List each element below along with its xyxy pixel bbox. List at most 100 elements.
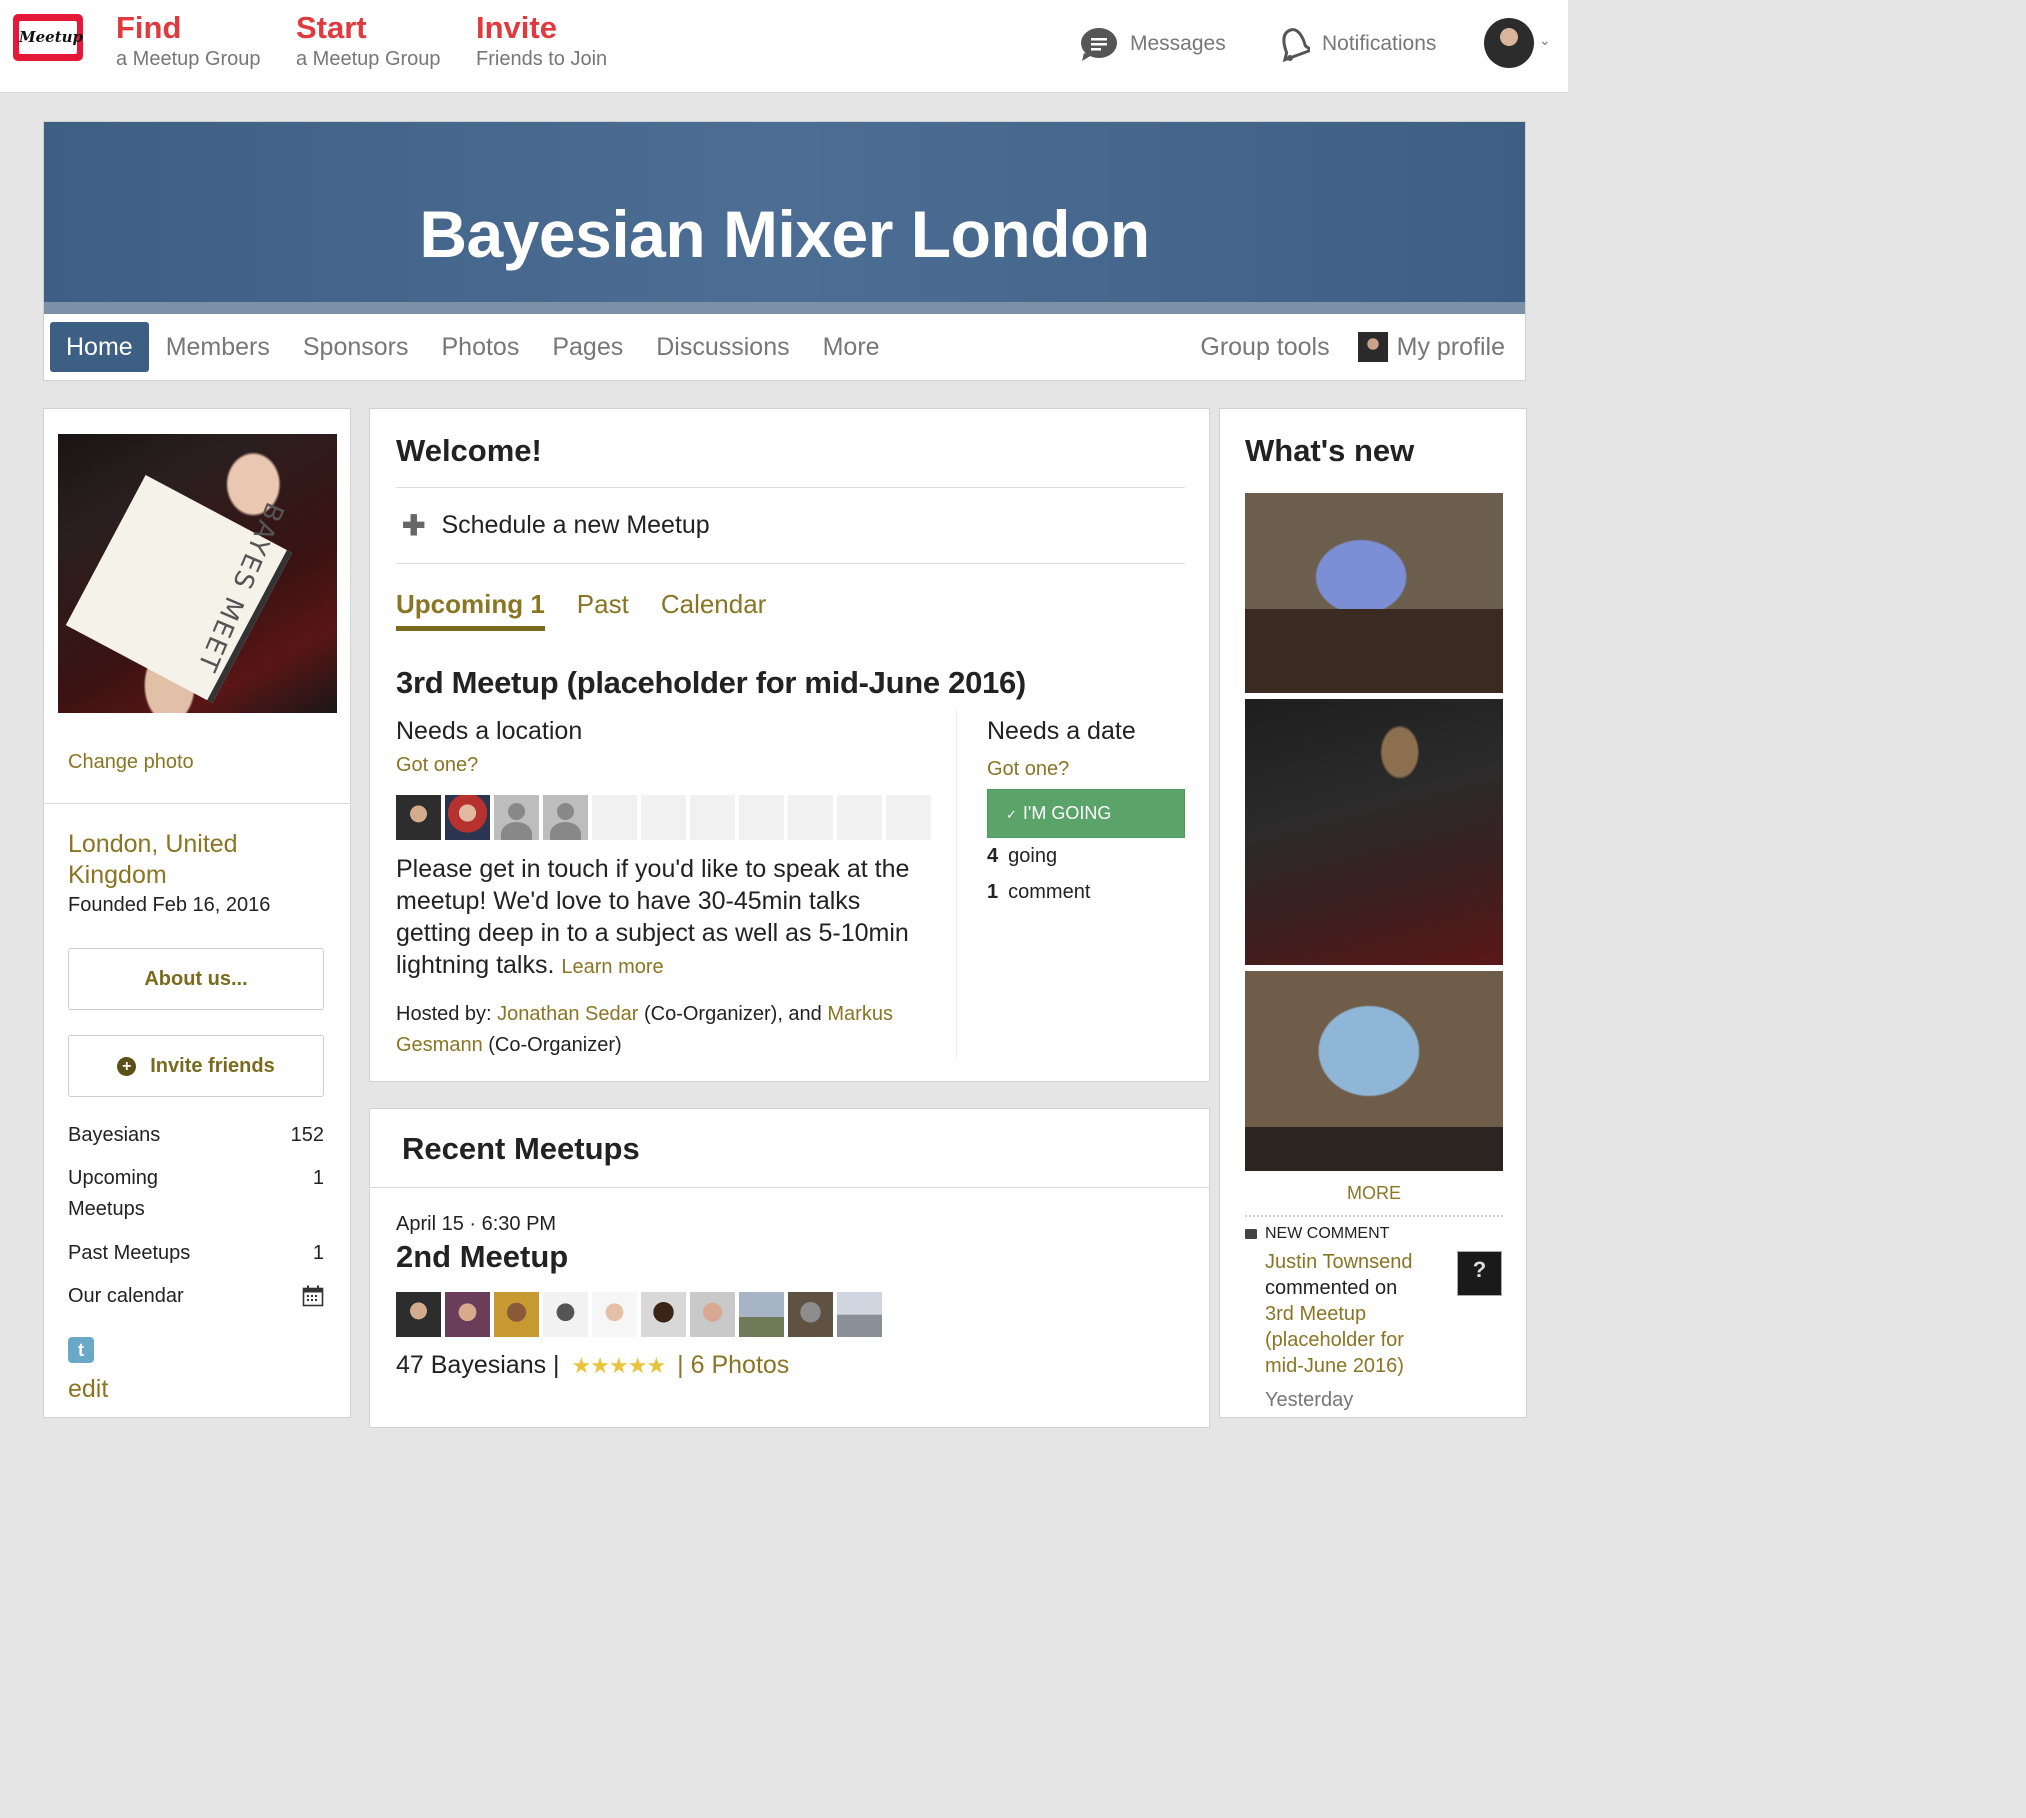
group-info-sidebar: BAYES MEET Change photo London, United K… <box>43 408 351 1418</box>
comment-activity: Justin Townsend commented on 3rd Meetup … <box>1265 1249 1445 1379</box>
im-going-button[interactable]: ✓ I'M GOING <box>987 789 1185 838</box>
group-location[interactable]: London, United Kingdom <box>68 829 328 891</box>
messages-label: Messages <box>1130 32 1226 55</box>
group-title[interactable]: Bayesian Mixer London <box>44 196 1525 272</box>
messages-link[interactable]: Messages <box>1080 26 1226 62</box>
new-comment-label: NEW COMMENT <box>1245 1225 1389 1243</box>
twitter-icon[interactable]: t <box>68 1337 94 1363</box>
stat-members[interactable]: Bayesians 152 <box>68 1120 324 1151</box>
commenter-link[interactable]: Justin Townsend <box>1265 1251 1413 1273</box>
needs-location: Needs a location <box>396 717 583 745</box>
event-title[interactable]: 3rd Meetup (placeholder for mid-June 201… <box>396 665 1026 701</box>
suggest-location-link[interactable]: Got one? <box>396 754 478 777</box>
about-us-button[interactable]: About us... <box>68 948 324 1010</box>
top-navbar: Meetup Find a Meetup Group Start a Meetu… <box>0 0 1568 93</box>
tab-past[interactable]: Past <box>577 589 629 631</box>
going-count[interactable]: 4 going <box>987 845 1057 868</box>
avatar[interactable] <box>445 795 490 840</box>
commented-on-text: commented on <box>1265 1277 1398 1299</box>
avatar[interactable] <box>690 1292 735 1337</box>
tab-discussions[interactable]: Discussions <box>656 322 789 372</box>
avatar[interactable] <box>837 1292 882 1337</box>
user-avatar[interactable] <box>1484 18 1534 68</box>
chevron-down-icon[interactable]: ⌄ <box>1539 32 1551 49</box>
tab-calendar[interactable]: Calendar <box>661 589 767 631</box>
new-comment-text: NEW COMMENT <box>1265 1225 1390 1242</box>
meetup-logo[interactable]: Meetup <box>13 14 83 61</box>
group-nav: Home Members Sponsors Photos Pages Discu… <box>50 322 913 372</box>
avatar[interactable] <box>592 1292 637 1337</box>
schedule-meetup-button[interactable]: ✚ Schedule a new Meetup <box>402 509 710 542</box>
no-photo-icon[interactable]: ? <box>1457 1251 1502 1296</box>
find-label: Find <box>116 10 182 45</box>
change-photo-link[interactable]: Change photo <box>68 751 194 774</box>
attendee-avatars <box>396 795 935 840</box>
find-sublabel: a Meetup Group <box>116 48 261 70</box>
notifications-label: Notifications <box>1322 32 1437 55</box>
group-photo[interactable]: BAYES MEET <box>58 434 337 713</box>
star-rating-icon: ★★★★★ <box>571 1352 667 1378</box>
comment-target-link[interactable]: 3rd Meetup (placeholder for mid-June 201… <box>1265 1303 1404 1377</box>
im-going-label: I'M GOING <box>1022 803 1112 823</box>
plus-circle-icon: + <box>117 1056 137 1076</box>
meetup-name[interactable]: 2nd Meetup <box>396 1239 568 1275</box>
meetup-tabs: Upcoming 1 Past Calendar <box>396 589 798 631</box>
avatar[interactable] <box>494 1292 539 1337</box>
notifications-link[interactable]: Notifications <box>1276 26 1436 62</box>
activity-photo[interactable] <box>1245 971 1503 1171</box>
attendees-link[interactable]: 47 Bayesians | <box>396 1351 560 1380</box>
tab-sponsors[interactable]: Sponsors <box>303 322 409 372</box>
empty-slot <box>690 795 735 840</box>
invite-friends-link[interactable]: Invite Friends to Join <box>476 10 607 72</box>
comment-count[interactable]: 1 comment <box>987 881 1090 904</box>
tab-upcoming[interactable]: Upcoming 1 <box>396 589 545 631</box>
tab-home[interactable]: Home <box>50 322 149 372</box>
start-group-link[interactable]: Start a Meetup Group <box>296 10 441 72</box>
stat-upcoming[interactable]: Upcoming Meetups 1 <box>68 1163 324 1225</box>
schedule-label: Schedule a new Meetup <box>441 511 710 539</box>
hosted-by: Hosted by: Jonathan Sedar (Co-Organizer)… <box>396 999 941 1061</box>
avatar-placeholder[interactable] <box>494 795 539 840</box>
attendee-avatars <box>396 1292 886 1337</box>
edit-link[interactable]: edit <box>68 1375 108 1404</box>
plus-icon: ✚ <box>402 510 426 541</box>
tab-photos[interactable]: Photos <box>442 322 520 372</box>
founded-date: Founded Feb 16, 2016 <box>68 894 271 916</box>
empty-slot <box>788 795 833 840</box>
find-group-link[interactable]: Find a Meetup Group <box>116 10 261 72</box>
chat-bubble-icon <box>1081 28 1117 61</box>
avatar[interactable] <box>543 1292 588 1337</box>
meetup-date: April 15 · 6:30 PM <box>396 1213 557 1235</box>
activity-photo[interactable] <box>1245 493 1503 693</box>
stat-past[interactable]: Past Meetups 1 <box>68 1238 324 1269</box>
activity-photo[interactable] <box>1245 699 1503 965</box>
learn-more-link[interactable]: Learn more <box>561 956 663 978</box>
photos-link[interactable]: | 6 Photos <box>677 1351 789 1380</box>
avatar[interactable] <box>396 1292 441 1337</box>
tab-members[interactable]: Members <box>166 322 270 372</box>
stat-calendar[interactable]: Our calendar <box>68 1281 324 1312</box>
host-link[interactable]: Jonathan Sedar <box>497 1003 638 1025</box>
tab-more[interactable]: More <box>823 322 880 372</box>
invite-label: Invite <box>476 10 557 45</box>
recent-meetups-card: Recent Meetups April 15 · 6:30 PM 2nd Me… <box>369 1108 1210 1428</box>
tab-pages[interactable]: Pages <box>552 322 623 372</box>
avatar[interactable] <box>739 1292 784 1337</box>
my-profile-link[interactable]: My profile <box>1357 332 1505 362</box>
group-tools-link[interactable]: Group tools <box>1200 333 1329 362</box>
avatar[interactable] <box>445 1292 490 1337</box>
notebook-image: BAYES MEET <box>65 474 293 704</box>
avatar[interactable] <box>641 1292 686 1337</box>
invite-friends-button[interactable]: + Invite friends <box>68 1035 324 1097</box>
more-photos-link[interactable]: MORE <box>1245 1183 1503 1204</box>
avatar-placeholder[interactable] <box>543 795 588 840</box>
needs-date: Needs a date <box>987 717 1136 745</box>
start-sublabel: a Meetup Group <box>296 48 441 70</box>
invite-sublabel: Friends to Join <box>476 48 608 70</box>
comment-time: Yesterday <box>1265 1389 1354 1411</box>
avatar[interactable] <box>788 1292 833 1337</box>
suggest-date-link[interactable]: Got one? <box>987 758 1069 781</box>
divider <box>1245 1215 1503 1217</box>
group-header: Bayesian Mixer London Home Members Spons… <box>43 121 1526 381</box>
avatar[interactable] <box>396 795 441 840</box>
